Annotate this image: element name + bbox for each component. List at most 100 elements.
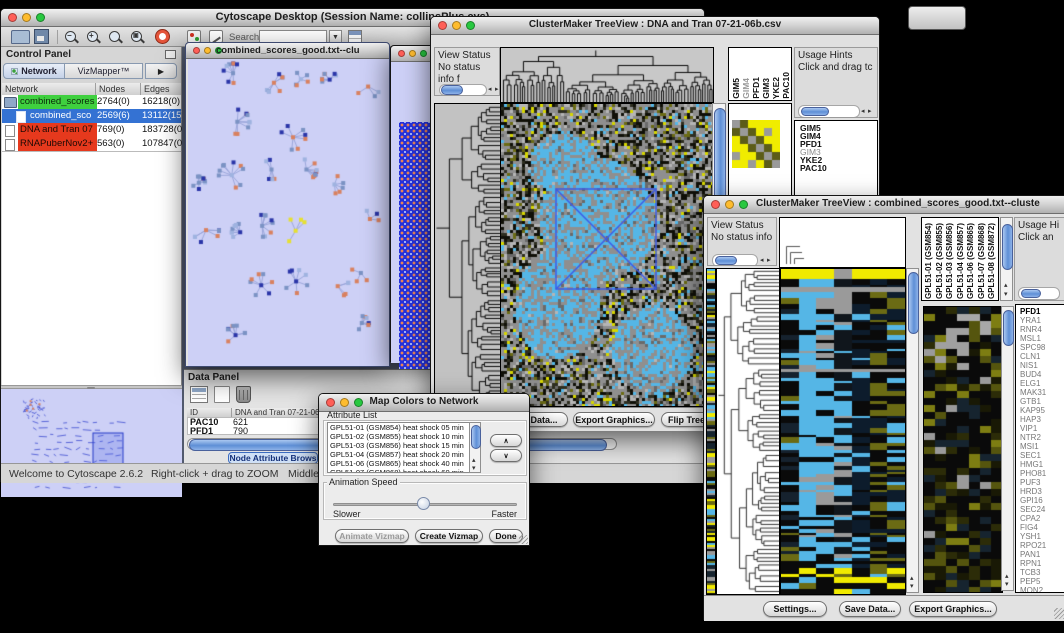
scroll-up-icon[interactable]: ▴ [910,575,914,582]
treeview2-window[interactable]: ClusterMaker TreeView : combined_scores_… [703,195,1064,620]
tv2-hints-scrollbar[interactable] [1018,287,1060,300]
scroll-right-icon[interactable]: ▸ [495,86,499,93]
tv2-gene-item[interactable]: RPO21 [1020,541,1064,550]
scroll-up-icon[interactable]: ▴ [1005,573,1009,580]
close-icon[interactable] [398,50,405,57]
scroll-down-icon[interactable]: ▾ [472,465,476,472]
scroll-thumb[interactable] [714,108,726,206]
tv2-gene-item[interactable]: HAP3 [1020,415,1064,424]
network-tree-area[interactable] [2,151,181,385]
tv2-gene-item[interactable]: MON2 [1020,586,1064,593]
resize-grip-icon[interactable] [519,535,528,544]
tv2-gene-item[interactable]: FIG4 [1020,523,1064,532]
minimize-icon[interactable] [340,398,349,407]
tv2-gene-item[interactable]: CLN1 [1020,352,1064,361]
tv1-column-label[interactable]: GIM5 [731,78,740,99]
resize-grip-icon[interactable] [1054,608,1064,619]
tv2-gene-item[interactable]: NTR2 [1020,433,1064,442]
tv2-cluster-vscrollbar[interactable]: ▴ ▾ [1001,306,1014,591]
minimize-icon[interactable] [409,50,416,57]
zoom-fit-icon[interactable]: ▣ [131,31,142,42]
tab-overflow-button[interactable]: ▶ [145,63,177,79]
attribute-list-item[interactable]: GPL51-02 (GSM855) heat shock 10 min [328,432,480,441]
tv1-column-label[interactable]: YKE2 [771,77,780,99]
treeview2-title-bar[interactable]: ClusterMaker TreeView : combined_scores_… [704,196,1064,214]
tab-network[interactable]: Network [3,63,65,79]
tv2-gene-item[interactable]: GTB1 [1020,397,1064,406]
scroll-down-icon[interactable]: ▾ [1005,581,1009,588]
close-icon[interactable] [193,47,200,54]
zoom-window-icon[interactable] [420,50,427,57]
scroll-up-icon[interactable]: ▴ [1004,282,1008,289]
map-colors-dialog[interactable]: Map Colors to Network Attribute List GPL… [318,393,530,546]
tv2-column-dendrogram[interactable] [779,217,906,268]
attribute-list-scrollbar[interactable]: ▴ ▾ [469,422,481,473]
save-session-icon[interactable] [34,29,49,44]
tv2-gene-item[interactable]: ELG1 [1020,379,1064,388]
zoom-selected-icon[interactable] [109,31,120,42]
tv2-gene-item[interactable]: PFD1 [1020,307,1064,316]
tv2-column-label[interactable]: GPL51-08 (GSM872) [987,223,997,299]
minimize-icon[interactable] [452,21,461,30]
delete-attribute-icon[interactable] [236,386,251,403]
tv2-gene-item[interactable]: PAN1 [1020,550,1064,559]
tv2-gene-item[interactable]: YRA1 [1020,316,1064,325]
tv2-column-label[interactable]: GPL51-07 (GSM868) [977,223,987,299]
minimize-icon[interactable] [204,47,211,54]
minimize-icon[interactable] [22,13,31,22]
tv1-column-label[interactable]: PFD1 [751,77,760,99]
tv2-gene-item[interactable]: SPC98 [1020,343,1064,352]
tv1-column-dendrogram[interactable] [500,47,714,103]
tv1-column-label[interactable]: GIM4 [741,78,750,99]
done-button[interactable]: Done [489,529,523,543]
tv2-gene-item[interactable]: NIS1 [1020,361,1064,370]
tv2-gene-item[interactable]: MSL1 [1020,334,1064,343]
scroll-left-icon[interactable]: ◂ [488,86,492,93]
tv2-column-label[interactable]: GPL51-03 (GSM856) [945,223,955,299]
zoom-window-icon[interactable] [739,200,748,209]
attribute-list-item[interactable]: GPL51-03 (GSM856) heat shock 15 min [328,441,480,450]
tv1-row-dendrogram[interactable] [434,103,502,407]
save-data-button[interactable]: Save Data... [839,601,901,617]
attribute-list-item[interactable]: GPL51-04 (GSM857) heat shock 20 min [328,450,480,459]
tv1-column-label[interactable]: GIM3 [761,78,770,99]
tv1-column-label[interactable]: PAC10 [781,72,790,99]
settings-button[interactable]: Settings... [763,601,827,617]
tv2-gene-item[interactable]: KAP95 [1020,406,1064,415]
scroll-thumb[interactable] [715,256,737,265]
animate-vizmap-button[interactable]: Animate Vizmap [335,529,409,543]
scroll-down-icon[interactable]: ▾ [910,583,914,590]
tv2-gene-item[interactable]: TCB3 [1020,568,1064,577]
tv2-selected-cluster-heatmap[interactable] [923,306,1003,593]
col-header-nodes[interactable]: Nodes [96,83,141,95]
tab-vizmapper[interactable]: VizMapper™ [65,63,143,79]
attribute-list[interactable]: GPL51-01 (GSM854) heat shock 05 minGPL51… [327,422,481,473]
close-icon[interactable] [326,398,335,407]
tv2-gene-item[interactable]: MAK31 [1020,388,1064,397]
tv1-cluster-matrix[interactable] [732,120,780,168]
move-down-button[interactable]: ∨ [490,449,522,462]
treeview1-title-bar[interactable]: ClusterMaker TreeView : DNA and Tran 07-… [431,17,879,35]
tv2-gene-item[interactable]: CPA2 [1020,514,1064,523]
tv2-row-dendrogram[interactable] [716,268,780,595]
close-icon[interactable] [438,21,447,30]
export-graphics-button[interactable]: Export Graphics... [909,601,997,617]
tv2-column-label[interactable]: GPL51-06 (GSM865) [966,223,976,299]
network-list-row[interactable]: DNA and Tran 07769(0)183728(0) [2,123,181,137]
scroll-right-icon[interactable]: ▸ [767,257,771,264]
zoom-out-icon[interactable]: − [65,31,76,42]
tv2-status-scrollbar[interactable] [712,254,758,266]
tv1-heatmap[interactable] [500,103,714,407]
minimize-icon[interactable] [725,200,734,209]
export-graphics-button[interactable]: Export Graphics... [573,412,655,427]
tv2-column-label[interactable]: GPL51-02 (GSM855) [935,223,945,299]
tv2-gene-item[interactable]: SEC24 [1020,505,1064,514]
close-icon[interactable] [711,200,720,209]
tv2-gene-item[interactable]: BUD4 [1020,370,1064,379]
tv2-column-label[interactable]: GPL51-01 (GSM854) [924,223,934,299]
tv2-gene-item[interactable]: RNR4 [1020,325,1064,334]
attribute-list-item[interactable]: GPL51-07 (GSM868) heat shock 60 min [328,468,480,473]
scroll-right-icon[interactable]: ▸ [868,108,872,115]
network-list-row[interactable]: combined_scores2764(0)16218(0) [2,95,181,109]
col-header-network[interactable]: Network [2,83,96,95]
